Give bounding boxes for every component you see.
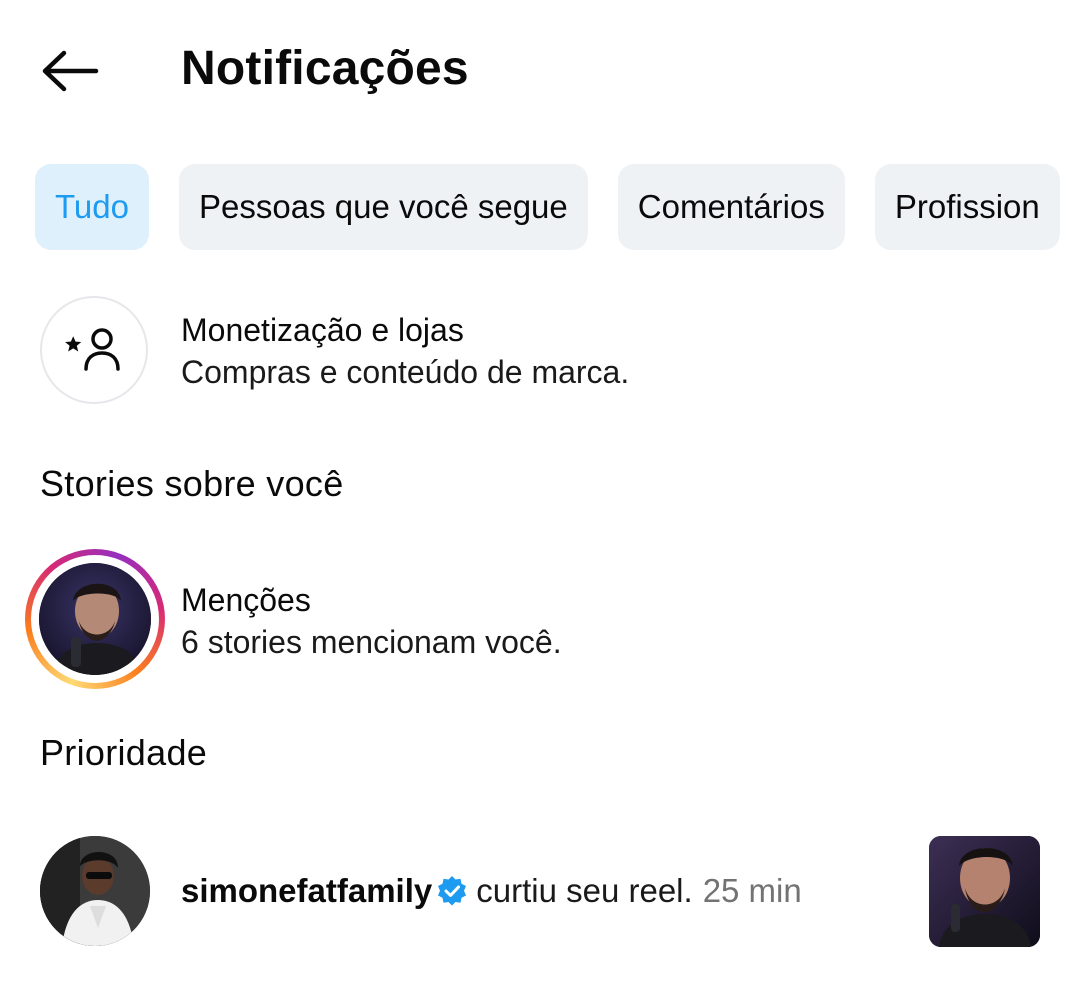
filter-chips: Tudo Pessoas que você segue Comentários … — [35, 164, 1060, 250]
mentions-subtitle: 6 stories mencionam você. — [181, 624, 562, 660]
chip-professional[interactable]: Profission — [874, 164, 1060, 250]
chip-following[interactable]: Pessoas que você segue — [179, 164, 588, 250]
notification-text[interactable]: simonefatfamily curtiu seu reel. 25 min — [181, 866, 802, 916]
notification-username[interactable]: simonefatfamily — [181, 866, 432, 916]
page-title: Notificações — [181, 42, 469, 95]
verified-badge-icon — [436, 875, 468, 907]
monetization-subtitle: Compras e conteúdo de marca. — [181, 354, 630, 390]
simone-avatar[interactable] — [40, 836, 150, 946]
priority-heading: Prioridade — [40, 732, 208, 773]
stories-heading: Stories sobre você — [40, 463, 344, 504]
monetization-icon-circle[interactable] — [40, 296, 148, 404]
reel-thumbnail[interactable] — [929, 836, 1040, 947]
mentions-title: Menções — [181, 582, 311, 618]
person-star-icon — [65, 328, 120, 371]
notification-time: 25 min — [702, 872, 802, 909]
mentions-avatar — [39, 563, 151, 675]
mentions-row[interactable]: Menções 6 stories mencionam você. — [181, 579, 562, 663]
back-button[interactable] — [28, 38, 112, 104]
arrow-left-icon — [42, 50, 99, 92]
notification-action: curtiu seu reel. — [476, 872, 693, 909]
chip-tudo[interactable]: Tudo — [35, 164, 149, 250]
mentions-story-ring[interactable] — [25, 549, 165, 689]
monetization-title: Monetização e lojas — [181, 312, 464, 348]
monetization-row[interactable]: Monetização e lojas Compras e conteúdo d… — [181, 309, 629, 393]
chip-comments[interactable]: Comentários — [617, 164, 845, 250]
